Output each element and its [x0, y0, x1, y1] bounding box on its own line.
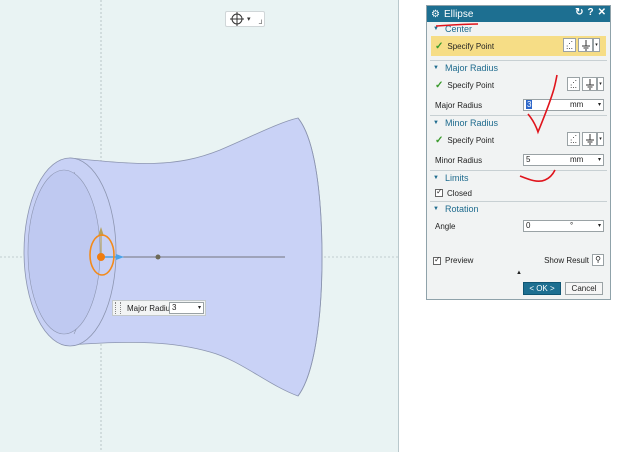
inferred-point-button[interactable]: [582, 77, 597, 91]
point-dialog-button[interactable]: ⋰ ⋯: [567, 132, 580, 147]
section-title: Major Radius: [444, 63, 498, 73]
collapse-triangle-icon[interactable]: ▼: [433, 26, 439, 32]
drag-grip[interactable]: [115, 302, 121, 314]
preview-label: Preview: [445, 256, 474, 265]
specify-point-label: Specify Point: [447, 41, 495, 51]
chevron-down-icon[interactable]: ▾: [198, 303, 201, 313]
angle-value: 0: [526, 221, 531, 230]
checkmark-icon: ✓: [435, 79, 444, 91]
major-radius-onscreen-input[interactable]: Major Radius 3 ▾: [112, 300, 206, 316]
show-result-label: Show Result: [544, 255, 589, 265]
collapse-triangle-icon[interactable]: ▼: [433, 175, 439, 181]
onscreen-input-label: Major Radius: [127, 303, 175, 313]
inferred-point-button[interactable]: [578, 38, 593, 52]
unit-label: mm: [570, 155, 584, 164]
cancel-button[interactable]: Cancel: [565, 282, 603, 295]
dialog-title-bar[interactable]: ⚙ Ellipse ↻ ? ✕: [427, 6, 610, 22]
minor-specify-point-row[interactable]: ✓ Specify Point ⋰ ⋯ ▾: [427, 130, 610, 150]
angle-label: Angle: [435, 221, 456, 231]
chevron-down-icon[interactable]: ▾: [593, 38, 600, 52]
preview-checkbox[interactable]: [433, 255, 441, 265]
section-title: Rotation: [444, 204, 479, 214]
snap-point-toolbar[interactable]: ▾ ┘: [225, 11, 265, 28]
section-minor-radius[interactable]: ▼ Minor Radius: [427, 116, 610, 130]
section-title: Limits: [444, 173, 469, 183]
toolbar-grip: ┘: [259, 21, 264, 28]
sketch-point: [155, 254, 161, 260]
degree-unit: °: [570, 221, 574, 230]
snap-point-icon[interactable]: [230, 12, 244, 26]
origin-handle: [97, 253, 105, 261]
center-specify-point-row[interactable]: ✓ Specify Point ⋰ ⋯ ▾: [431, 36, 606, 56]
collapse-triangle-icon[interactable]: ▼: [433, 65, 439, 71]
chevron-down-icon[interactable]: ▾: [598, 155, 601, 165]
show-result-control[interactable]: Show Result ⚲: [544, 254, 604, 266]
magnifier-icon[interactable]: ⚲: [592, 254, 604, 266]
point-dialog-button[interactable]: ⋰ ⋯: [567, 77, 580, 92]
onscreen-value-text: 3: [172, 303, 177, 312]
closed-row[interactable]: Closed: [427, 185, 610, 201]
checkmark-icon: ✓: [435, 40, 444, 52]
collapse-triangle-icon[interactable]: ▼: [433, 120, 439, 126]
ok-button[interactable]: < OK >: [523, 282, 561, 295]
close-icon[interactable]: ✕: [598, 7, 606, 18]
closed-checkbox[interactable]: [435, 187, 443, 197]
section-rotation[interactable]: ▼ Rotation: [427, 202, 610, 216]
section-title: Minor Radius: [444, 118, 498, 128]
model-geometry: [0, 0, 398, 452]
gear-icon[interactable]: ⚙: [431, 9, 440, 20]
viewport-border: [398, 0, 399, 452]
major-radius-value: 3: [526, 100, 533, 109]
reset-icon[interactable]: ↻: [575, 7, 583, 18]
snap-dropdown-arrow[interactable]: ▾: [247, 15, 251, 23]
closed-label: Closed: [447, 188, 472, 198]
dialog-title: Ellipse: [443, 8, 474, 20]
major-radius-input[interactable]: 3 mm ▾: [523, 99, 604, 111]
major-radius-row: Major Radius 3 mm ▾: [427, 95, 610, 115]
specify-point-label: Specify Point: [447, 135, 495, 145]
section-title: Center: [444, 24, 472, 34]
point-dialog-button[interactable]: ⋰ ⋯: [563, 38, 576, 53]
expand-more-icon[interactable]: ▲: [516, 270, 522, 276]
minor-radius-row: Minor Radius 5 mm ▾: [427, 150, 610, 170]
front-opening: [27, 169, 101, 335]
chevron-down-icon[interactable]: ▾: [597, 132, 604, 146]
help-icon[interactable]: ?: [588, 7, 594, 18]
chevron-down-icon[interactable]: ▾: [597, 77, 604, 91]
section-major-radius[interactable]: ▼ Major Radius: [427, 61, 610, 75]
collapse-triangle-icon[interactable]: ▼: [433, 206, 439, 212]
section-center[interactable]: ▼ Center: [427, 22, 610, 36]
angle-input[interactable]: 0 ° ▾: [523, 220, 604, 232]
specify-point-label: Specify Point: [447, 80, 495, 90]
section-limits[interactable]: ▼ Limits: [427, 171, 610, 185]
angle-row: Angle 0 ° ▾: [427, 216, 610, 236]
inferred-point-button[interactable]: [582, 132, 597, 146]
minor-radius-input[interactable]: 5 mm ▾: [523, 154, 604, 166]
ellipse-dialog: ⚙ Ellipse ↻ ? ✕ ▼ Center ✓ Specify Point…: [426, 5, 611, 300]
chevron-down-icon[interactable]: ▾: [598, 100, 601, 110]
checkmark-icon: ✓: [435, 134, 444, 146]
minor-radius-label: Minor Radius: [435, 155, 483, 165]
graphics-viewport[interactable]: ▾ ┘ Major Radius 3 ▾: [0, 0, 398, 452]
onscreen-input-value[interactable]: 3 ▾: [169, 302, 204, 314]
minor-radius-value: 5: [526, 155, 531, 164]
major-specify-point-row[interactable]: ✓ Specify Point ⋰ ⋯ ▾: [427, 75, 610, 95]
preview-bar: Preview Show Result ⚲: [427, 250, 610, 271]
major-radius-label: Major Radius: [435, 100, 483, 110]
unit-label: mm: [570, 100, 584, 109]
chevron-down-icon[interactable]: ▾: [598, 221, 601, 231]
